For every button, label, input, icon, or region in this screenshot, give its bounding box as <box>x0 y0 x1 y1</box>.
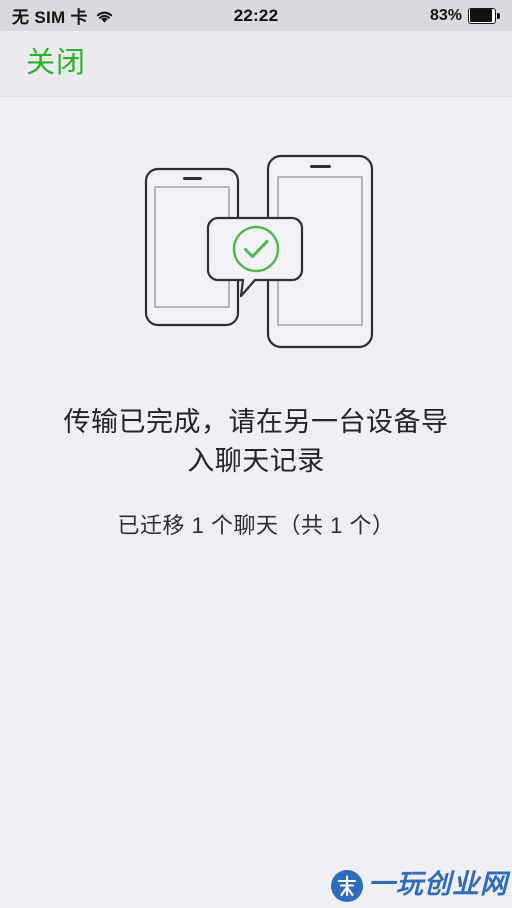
close-button[interactable]: 关闭 <box>26 49 86 78</box>
navigation-bar: 关闭 <box>0 31 512 97</box>
main-content: 传输已完成，请在另一台设备导入聊天记录 已迁移 1 个聊天（共 1 个） 一玩创… <box>0 97 512 907</box>
illustration-svg <box>144 154 374 349</box>
brand-badge-icon <box>330 869 364 903</box>
status-bar: 无 SIM 卡 22:22 83% <box>0 0 512 31</box>
wifi-icon <box>95 9 114 24</box>
watermark-label: 一玩创业网 <box>368 869 508 900</box>
status-bar-left: 无 SIM 卡 <box>12 3 114 28</box>
status-bar-right: 83% <box>430 7 500 25</box>
transfer-count-subtitle: 已迁移 1 个聊天（共 1 个） <box>117 513 395 539</box>
transfer-status-title: 传输已完成，请在另一台设备导入聊天记录 <box>63 407 449 477</box>
battery-icon <box>468 7 500 24</box>
transfer-complete-illustration <box>0 144 512 369</box>
message-block: 传输已完成，请在另一台设备导入聊天记录 已迁移 1 个聊天（共 1 个） <box>0 403 512 540</box>
watermark: 一玩创业网 <box>330 869 508 903</box>
battery-percent-label: 83% <box>429 6 462 24</box>
carrier-label: 无 SIM 卡 <box>12 8 88 27</box>
